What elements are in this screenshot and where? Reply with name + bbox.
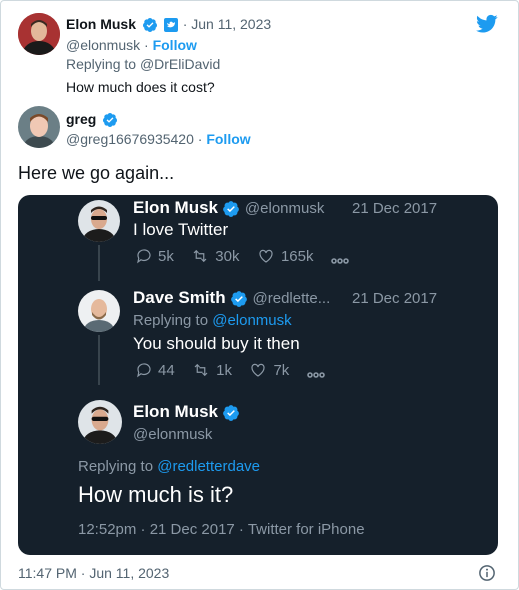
embedded2-date: 21 Dec 2017	[352, 290, 438, 307]
verified-badge-icon	[103, 113, 118, 128]
main-author-name[interactable]: greg	[66, 111, 96, 127]
embedded3-handle: @elonmusk	[133, 426, 213, 443]
thread-line	[98, 245, 100, 281]
more-icon	[306, 372, 325, 378]
embedded3-text: How much is it?	[78, 482, 234, 507]
embedded2-replies: 44	[158, 361, 175, 379]
reply-author-name[interactable]: Elon Musk	[66, 16, 136, 32]
more-icon	[331, 258, 349, 264]
follow-button-greg[interactable]: Follow	[206, 131, 250, 147]
reply-icon	[137, 249, 151, 264]
embedded2-name: Dave Smith	[133, 288, 226, 307]
embedded1-text: I love Twitter	[133, 220, 229, 239]
embedded3-name: Elon Musk	[133, 402, 219, 421]
embedded1-name: Elon Musk	[133, 198, 219, 217]
embedded2-handle: @redlette...	[252, 290, 331, 307]
embedded1-replies: 5k	[158, 247, 174, 265]
follow-button-elon[interactable]: Follow	[153, 37, 197, 53]
verified-badge-icon	[231, 290, 247, 307]
reply-icon	[137, 363, 151, 378]
replying-to-prefix: Replying to	[66, 56, 137, 72]
like-icon	[251, 363, 266, 377]
avatar-elon-embedded-2	[78, 400, 122, 444]
avatar-elon-embedded	[78, 200, 120, 242]
embedded2-replying-prefix: Replying to	[133, 312, 209, 329]
reply-handle[interactable]: @elonmusk ·	[66, 37, 149, 53]
embedded3-replying-to: @redletterdave	[157, 458, 260, 475]
embedded2-retweets: 1k	[216, 361, 232, 379]
embedded2-text: You should buy it then	[133, 334, 300, 353]
info-icon[interactable]	[478, 564, 496, 582]
embedded1-retweets: 30k	[215, 247, 240, 265]
avatar-greg[interactable]	[18, 106, 60, 148]
replying-to-handle[interactable]: @DrEliDavid	[140, 56, 220, 72]
verified-badge-icon	[223, 404, 240, 421]
main-tweet-text: Here we go again...	[18, 163, 175, 183]
twitter-bird-icon[interactable]	[476, 14, 498, 34]
embedded1-handle: @elonmusk	[244, 200, 325, 217]
main-handle[interactable]: @greg16676935420 ·	[66, 131, 202, 147]
avatar-elon[interactable]	[18, 13, 60, 55]
embedded3-footer: 12:52pm · 21 Dec 2017 · Twitter for iPho…	[78, 521, 365, 538]
reply-timestamp[interactable]: · Jun 11, 2023	[183, 16, 271, 32]
twitter-blue-badge-icon	[163, 18, 178, 33]
like-icon	[259, 249, 273, 263]
retweet-icon	[194, 363, 208, 377]
embedded1-date: 21 Dec 2017	[352, 200, 438, 217]
embedded2-replying-to: @elonmusk	[212, 312, 292, 329]
tweet-timestamp[interactable]: 11:47 PM · Jun 11, 2023	[18, 565, 169, 581]
embedded1-likes: 165k	[280, 247, 314, 265]
embedded3-replying-prefix: Replying to	[78, 458, 154, 475]
embedded2-likes: 7k	[273, 361, 290, 379]
verified-badge-icon	[223, 200, 240, 217]
thread-line	[98, 335, 100, 385]
reply-text: How much does it cost?	[66, 79, 215, 95]
verified-badge-icon	[142, 18, 157, 33]
avatar-dave-smith	[78, 290, 120, 332]
retweet-icon	[193, 249, 207, 263]
embedded-screenshot[interactable]: Elon Musk @elonmusk 21 Dec 2017 I love T…	[18, 195, 498, 555]
